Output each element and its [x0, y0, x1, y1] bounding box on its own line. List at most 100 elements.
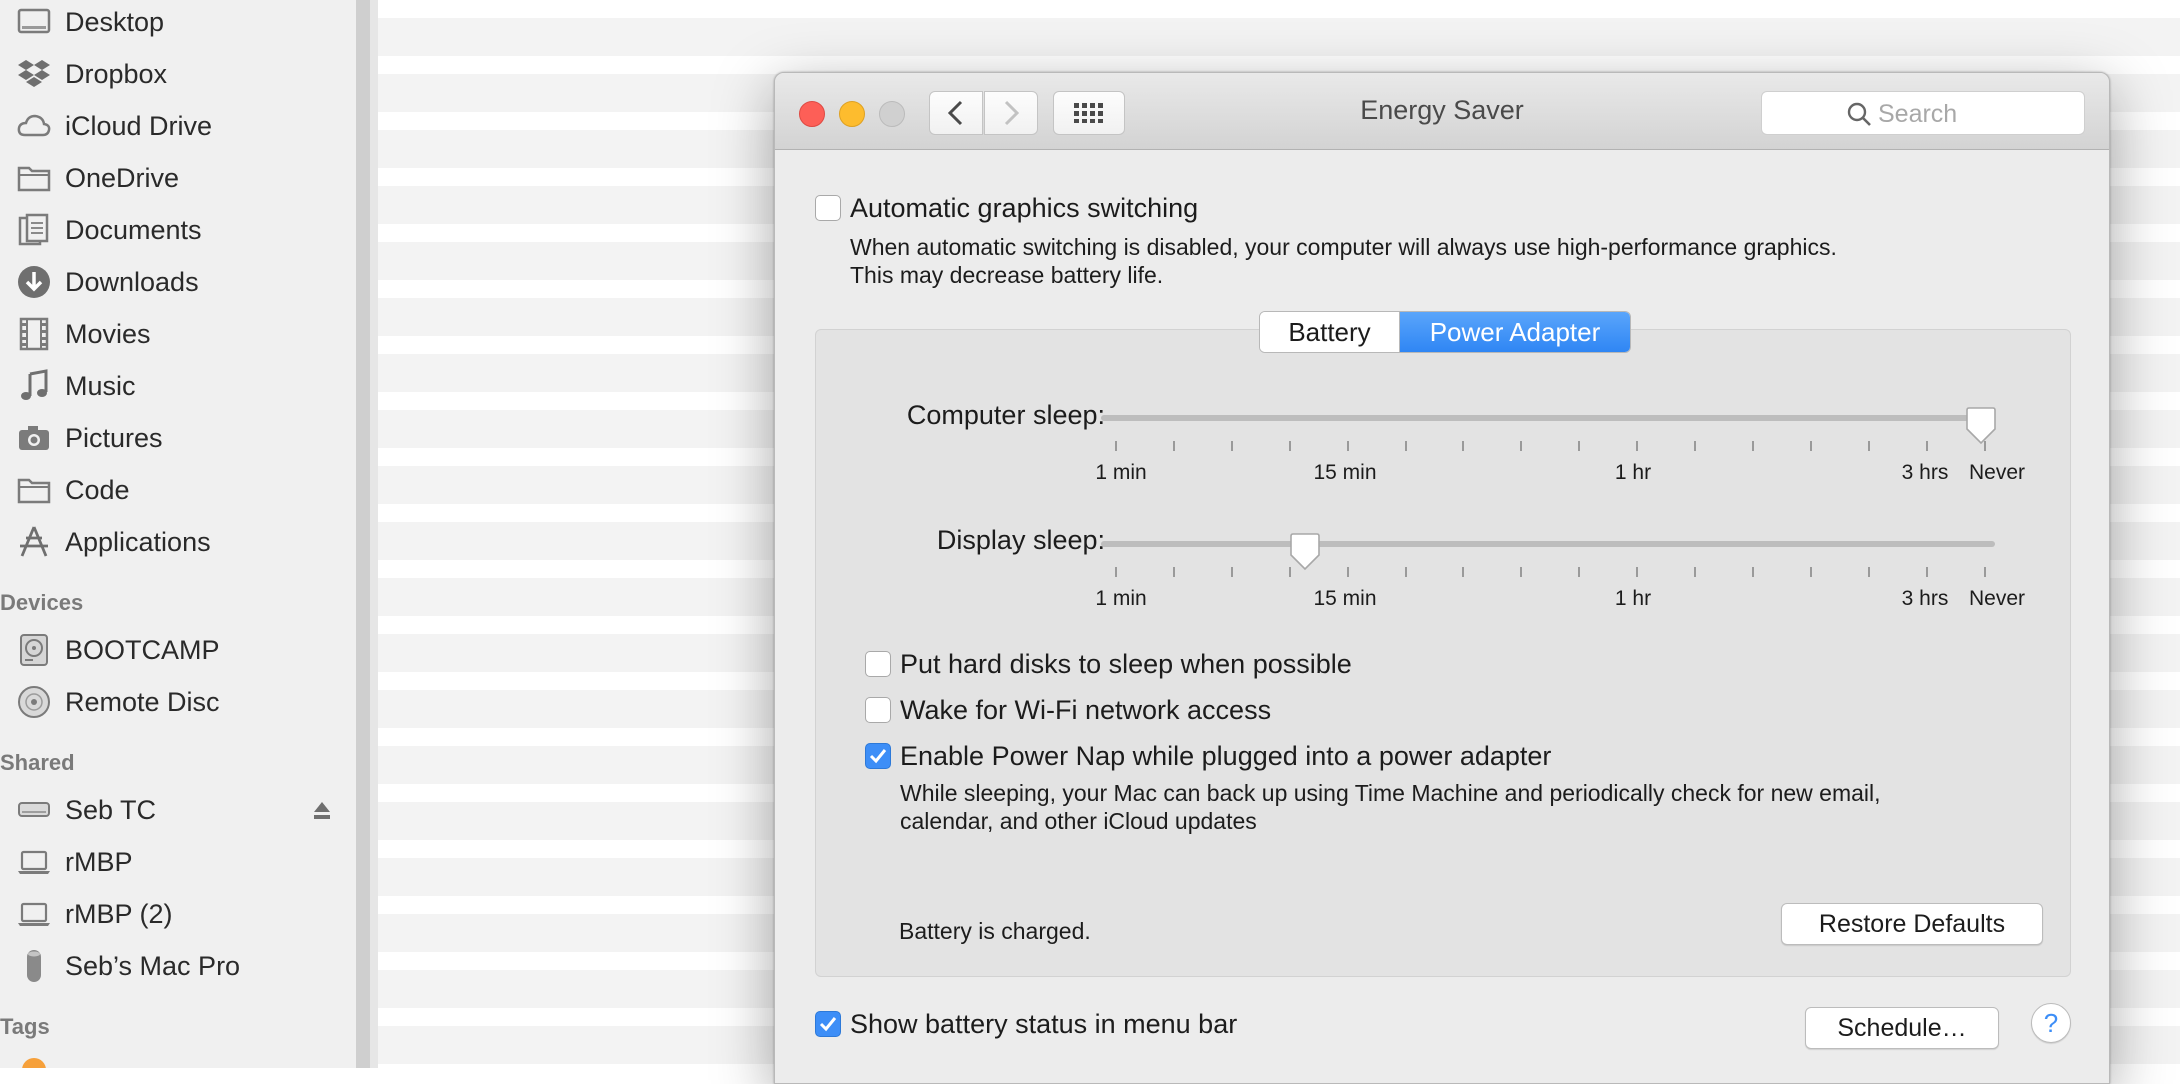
slider-tick — [1115, 441, 1117, 451]
mac-pro-icon — [16, 948, 52, 984]
cloud-icon — [16, 108, 52, 144]
slider-tick — [1520, 567, 1523, 577]
sidebar-item-desktop[interactable]: Desktop — [0, 0, 356, 48]
sidebar-item-label: Music — [65, 371, 136, 401]
film-icon — [16, 316, 52, 352]
sidebar-item-downloads[interactable]: Downloads — [0, 256, 356, 308]
slider-tick — [1346, 441, 1349, 451]
slider-tick — [1462, 441, 1465, 451]
power-nap-checkbox[interactable] — [865, 743, 891, 769]
sidebar-item-label: rMBP (2) — [65, 899, 173, 929]
schedule-button[interactable]: Schedule… — [1805, 1007, 1999, 1049]
tick-label-3-hrs: 3 hrs — [1901, 587, 1949, 610]
eject-icon[interactable] — [312, 800, 332, 822]
slider-tick — [1404, 567, 1407, 577]
tick-label-15-min: 15 min — [1313, 461, 1377, 484]
automatic-graphics-switching-checkbox[interactable] — [815, 195, 841, 221]
show-battery-status-checkbox[interactable] — [815, 1011, 841, 1037]
power-source-tabs: Battery Power Adapter — [1259, 311, 1631, 353]
sidebar-scrollbar[interactable] — [356, 0, 370, 1068]
display-sleep-track[interactable] — [1101, 541, 1995, 547]
sidebar-item-remote-disc[interactable]: Remote Disc — [0, 676, 356, 728]
sidebar-item-label: iCloud Drive — [65, 111, 213, 141]
sidebar-item-label: Applications — [65, 527, 211, 557]
slider-tick — [1636, 441, 1639, 451]
tick-label-1-hr: 1 hr — [1614, 461, 1652, 484]
sidebar-item-label: Seb TC — [65, 795, 157, 825]
slider-tick — [1578, 567, 1581, 577]
tab-battery[interactable]: Battery — [1260, 312, 1400, 352]
tick-label-never: Never — [1968, 587, 2026, 610]
sidebar-item-label: rMBP — [65, 847, 133, 877]
sidebar-item-pictures[interactable]: Pictures — [0, 412, 356, 464]
sidebar-item-label: Desktop — [65, 7, 165, 37]
search-input[interactable] — [1876, 97, 2070, 131]
sidebar-item-movies[interactable]: Movies — [0, 308, 356, 360]
power-nap-description-line2: calendar, and other iCloud updates — [900, 808, 1257, 834]
checkmark-icon — [869, 749, 887, 764]
hard-disk-icon — [16, 632, 52, 668]
restore-defaults-button[interactable]: Restore Defaults — [1781, 903, 2043, 945]
sidebar-item-rmbp[interactable]: rMBP — [0, 836, 356, 888]
tick-label-never: Never — [1968, 461, 2026, 484]
search-icon — [1847, 102, 1871, 126]
slider-tick — [1694, 441, 1696, 451]
sidebar-item-seb-tc[interactable]: Seb TC — [0, 784, 356, 836]
tick-label-15-min: 15 min — [1313, 587, 1377, 610]
search-field[interactable] — [1761, 91, 2085, 135]
slider-tick — [1230, 441, 1233, 451]
slider-tick — [1172, 441, 1175, 451]
sidebar-item-label: Code — [65, 475, 130, 505]
wake-wifi-checkbox[interactable] — [865, 697, 891, 723]
sidebar-item-onedrive[interactable]: OneDrive — [0, 152, 356, 204]
sidebar-item-sebs-mac-pro[interactable]: Seb’s Mac Pro — [0, 940, 356, 992]
tick-label-1-min: 1 min — [1095, 587, 1147, 610]
slider-tick — [1578, 441, 1581, 451]
sidebar-heading-devices: Devices — [0, 590, 84, 615]
dropbox-icon — [16, 56, 52, 92]
tick-label-1-hr: 1 hr — [1614, 587, 1652, 610]
automatic-graphics-switching-label: Automatic graphics switching — [850, 193, 1199, 223]
battery-status-text: Battery is charged. — [899, 918, 1091, 944]
display-sleep-label: Display sleep: — [936, 525, 1105, 555]
camera-icon — [16, 420, 52, 456]
sidebar-item-label: Remote Disc — [65, 687, 220, 717]
sidebar-item-icloud-drive[interactable]: iCloud Drive — [0, 100, 356, 152]
display-sleep-thumb[interactable] — [1288, 533, 1322, 571]
help-button[interactable]: ? — [2031, 1003, 2071, 1043]
graphics-description-line2: This may decrease battery life. — [850, 262, 1164, 288]
sidebar-item-label: Documents — [65, 215, 202, 245]
slider-tick — [1404, 441, 1407, 451]
sidebar-item-documents[interactable]: Documents — [0, 204, 356, 256]
sidebar-item-rmbp-2[interactable]: rMBP (2) — [0, 888, 356, 940]
sidebar-item-music[interactable]: Music — [0, 360, 356, 412]
sidebar-item-bootcamp[interactable]: BOOTCAMP — [0, 624, 356, 676]
orange-tag-icon[interactable] — [22, 1058, 46, 1068]
documents-icon — [16, 212, 52, 248]
computer-sleep-thumb[interactable] — [1964, 407, 1998, 445]
window-titlebar[interactable]: Energy Saver — [775, 73, 2109, 150]
tick-label-1-min: 1 min — [1095, 461, 1147, 484]
show-battery-status-label: Show battery status in menu bar — [850, 1009, 1238, 1039]
power-nap-description-line1: While sleeping, your Mac can back up usi… — [900, 780, 1881, 806]
sidebar-heading-shared: Shared — [0, 750, 75, 775]
computer-sleep-label: Computer sleep: — [906, 400, 1105, 430]
music-note-icon — [16, 368, 52, 404]
sidebar-item-code[interactable]: Code — [0, 464, 356, 516]
slider-tick — [1867, 567, 1870, 577]
tab-power-adapter[interactable]: Power Adapter — [1400, 312, 1630, 352]
computer-sleep-track[interactable] — [1101, 415, 1995, 421]
slider-tick — [1694, 567, 1696, 577]
checkmark-icon — [819, 1017, 837, 1032]
slider-tick — [1925, 441, 1928, 451]
tick-label-3-hrs: 3 hrs — [1901, 461, 1949, 484]
sidebar-item-label: OneDrive — [65, 163, 180, 193]
graphics-description-line1: When automatic switching is disabled, yo… — [850, 234, 1837, 260]
sidebar-item-dropbox[interactable]: Dropbox — [0, 48, 356, 100]
sidebar-heading-tags: Tags — [0, 1014, 50, 1039]
sidebar-item-applications[interactable]: Applications — [0, 516, 356, 568]
power-nap-label: Enable Power Nap while plugged into a po… — [900, 741, 1552, 771]
hard-disks-sleep-checkbox[interactable] — [865, 651, 891, 677]
slider-tick — [1809, 441, 1812, 451]
slider-tick — [1925, 567, 1928, 577]
